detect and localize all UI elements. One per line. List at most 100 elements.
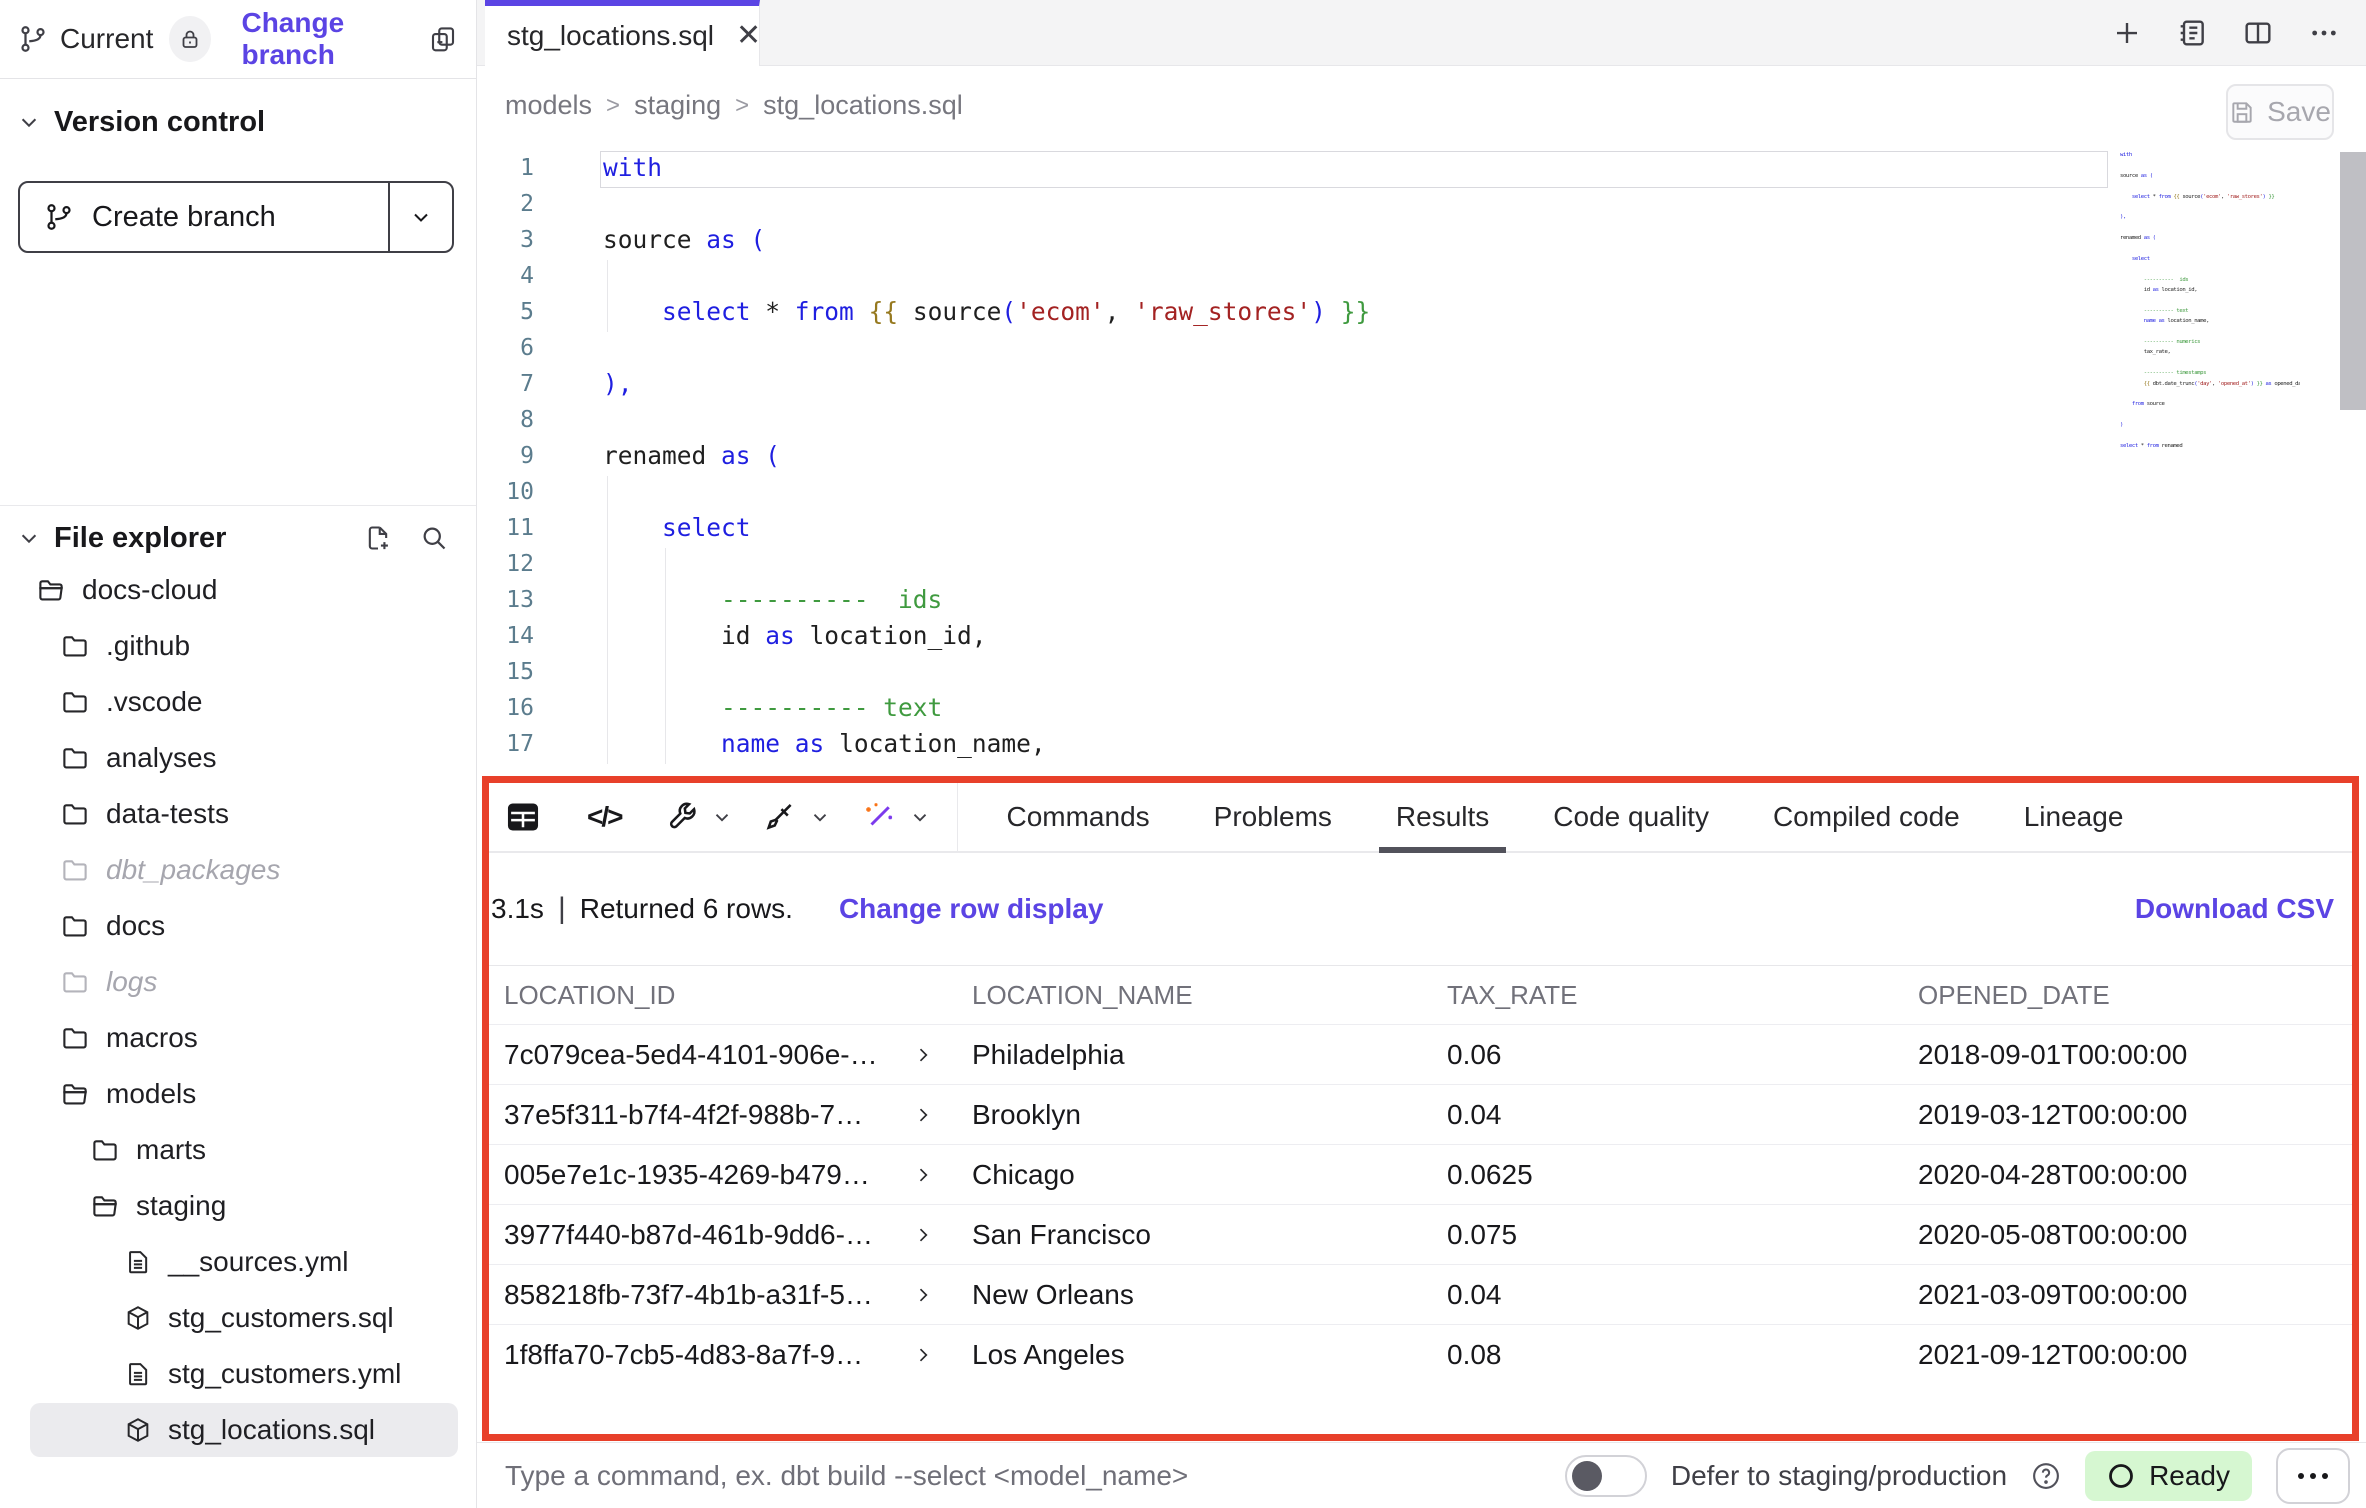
file-tree-item-dbt-packages[interactable]: dbt_packages [0,842,476,898]
table-row[interactable]: 7c079cea-5ed4-4101-906e-…Philadelphia0.0… [489,1024,2352,1084]
cell-opened-date: 2021-09-12T00:00:00 [1918,1339,2352,1371]
file-tree-label: stg_customers.sql [168,1302,394,1334]
table-row[interactable]: 1f8ffa70-7cb5-4d83-8a7f-9…Los Angeles0.0… [489,1324,2352,1384]
format-document-button[interactable] [2176,17,2208,49]
table-row[interactable]: 3977f440-b87d-461b-9dd6-…San Francisco0.… [489,1204,2352,1264]
results-tab-problems[interactable]: Problems [1214,783,1332,851]
file-tree-item-data-tests[interactable]: data-tests [0,786,476,842]
command-bar-more-button[interactable] [2276,1448,2350,1504]
split-editor-button[interactable] [2242,17,2274,49]
editor-more-button[interactable] [2308,17,2340,49]
file-tree-label: staging [136,1190,226,1222]
editor-scrollbar-thumb[interactable] [2340,152,2366,410]
cell-location-id: 7c079cea-5ed4-4101-906e-… [489,1039,972,1071]
defer-help-button[interactable] [2031,1461,2061,1491]
format-button[interactable] [763,800,797,834]
download-csv-link[interactable]: Download CSV [2135,893,2334,925]
version-control-header[interactable]: Version control [0,94,476,150]
defer-toggle[interactable] [1565,1455,1647,1497]
new-file-button[interactable] [364,524,392,552]
save-label: Save [2267,96,2331,128]
expand-row-chevron-icon[interactable] [913,1225,933,1245]
save-button[interactable]: Save [2226,84,2334,140]
version-control-title: Version control [54,106,265,139]
file-tree-item-docs[interactable]: docs [0,898,476,954]
expand-row-chevron-icon[interactable] [913,1045,933,1065]
folder-icon [60,855,90,885]
results-tab-lineage[interactable]: Lineage [2024,783,2124,851]
file-tree-item-stg-customers-yml[interactable]: stg_customers.yml [0,1346,476,1402]
file-tree-item-stg-customers-sql[interactable]: stg_customers.sql [0,1290,476,1346]
breadcrumb-item-staging[interactable]: staging [634,90,721,121]
defer-label: Defer to staging/production [1671,1460,2007,1492]
file-tree-label: dbt_packages [106,854,280,886]
new-tab-button[interactable] [2112,18,2142,48]
expand-row-chevron-icon[interactable] [913,1105,933,1125]
file-tree-item-macros[interactable]: macros [0,1010,476,1066]
results-panel-tabs: Commands Problems Results Code quality Compi… [1006,783,2123,851]
file-tree-item-models[interactable]: models [0,1066,476,1122]
file-tree-item-staging[interactable]: staging [0,1178,476,1234]
cell-location-id: 005e7e1c-1935-4269-b479… [489,1159,972,1191]
expand-row-chevron-icon[interactable] [913,1165,933,1185]
table-row[interactable]: 37e5f311-b7f4-4f2f-988b-7…Brooklyn0.0420… [489,1084,2352,1144]
expand-row-chevron-icon[interactable] [913,1285,933,1305]
file-tree-label: marts [136,1134,206,1166]
results-tab-commands[interactable]: Commands [1006,783,1149,851]
file-tree-item-sources-yml[interactable]: __sources.yml [0,1234,476,1290]
preview-code-icon[interactable]: </> [587,801,621,833]
code-line-16: 16 ---------- text [477,690,2366,726]
create-branch-button[interactable]: Create branch [18,181,454,253]
command-input[interactable] [505,1460,1485,1492]
chevron-down-icon [909,806,931,828]
file-tree-label: .vscode [106,686,203,718]
expand-row-chevron-icon[interactable] [913,1345,933,1365]
file-tree-item-marts[interactable]: marts [0,1122,476,1178]
search-files-button[interactable] [420,524,448,552]
line-number: 16 [477,690,567,726]
change-branch-link[interactable]: Change branch [241,7,428,71]
breadcrumb-item-stg-locations-sql[interactable]: stg_locations.sql [763,90,963,121]
change-row-display-link[interactable]: Change row display [839,893,1104,925]
results-tab-results[interactable]: Results [1396,783,1489,851]
cell-location-name: San Francisco [972,1219,1447,1251]
lock-icon [178,27,202,51]
close-tab-icon[interactable]: ✕ [736,21,761,51]
ide-status-badge[interactable]: Ready [2085,1451,2252,1501]
split-pane-icon [2242,17,2274,49]
command-bar: Defer to staging/production Ready [477,1442,2366,1508]
format-dropdown[interactable] [809,806,831,828]
cell-opened-date: 2018-09-01T00:00:00 [1918,1039,2352,1071]
code-line-14: 14 id as location_id, [477,618,2366,654]
file-tree-item-logs[interactable]: logs [0,954,476,1010]
sidebar: Current Change branch Version control Cr… [0,0,477,1508]
file-tree-item-vscode[interactable]: .vscode [0,674,476,730]
ai-assist-button[interactable] [861,799,897,835]
breadcrumb-item-models[interactable]: models [505,90,592,121]
copy-branch-button[interactable] [428,24,458,54]
build-dropdown[interactable] [711,806,733,828]
folder-open-icon [36,575,66,605]
line-number: 10 [477,474,567,510]
create-branch-dropdown[interactable] [388,183,452,251]
file-tree-item-docs-cloud[interactable]: docs-cloud [0,562,476,618]
plus-icon [2112,18,2142,48]
file-tree-item-stg-locations-sql[interactable]: stg_locations.sql [0,1402,476,1458]
minimap[interactable]: withsource as ( select * from {{ source(… [2120,150,2300,470]
tab-stg-locations-sql[interactable]: stg_locations.sql ✕ [485,0,760,66]
preview-results-button[interactable] [503,798,543,836]
code-editor[interactable]: 1with23source as (45 select * from {{ so… [477,150,2366,776]
indent-guide [607,260,608,332]
file-explorer-header[interactable]: File explorer [0,510,476,566]
line-number: 5 [477,294,567,330]
branch-lock-badge[interactable] [169,16,211,62]
results-tab-compiled-code[interactable]: Compiled code [1773,783,1960,851]
code-line-10: 10 [477,474,2366,510]
table-row[interactable]: 005e7e1c-1935-4269-b479…Chicago0.0625202… [489,1144,2352,1204]
table-row[interactable]: 858218fb-73f7-4b1b-a31f-5…New Orleans0.0… [489,1264,2352,1324]
file-tree-item-github[interactable]: .github [0,618,476,674]
ai-assist-dropdown[interactable] [909,806,931,828]
file-tree-item-analyses[interactable]: analyses [0,730,476,786]
build-button[interactable] [665,800,699,834]
results-tab-code-quality[interactable]: Code quality [1553,783,1709,851]
